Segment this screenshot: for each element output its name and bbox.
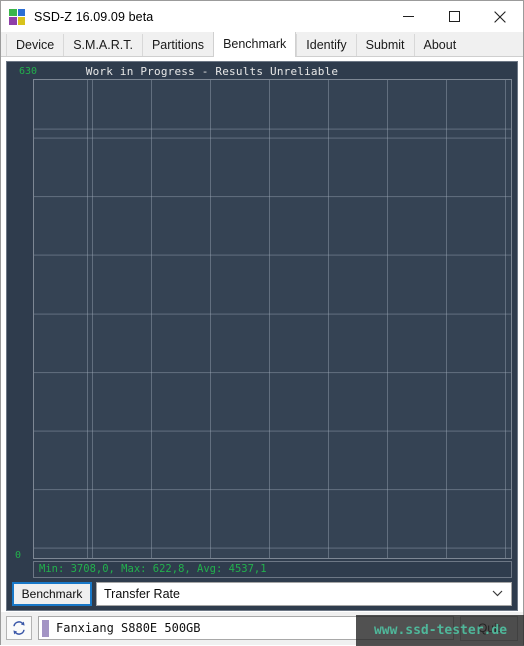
stats-bar: Min: 3708,0, Max: 622,8, Avg: 4537,1	[33, 560, 512, 578]
chevron-down-icon	[492, 583, 503, 605]
window-title: SSD-Z 16.09.09 beta	[34, 9, 154, 24]
app-tiles-icon	[9, 8, 25, 25]
chart-header: 630 Work in Progress - Results Unreliabl…	[11, 65, 513, 79]
maximize-icon	[448, 11, 460, 22]
benchmark-mode-value: Transfer Rate	[104, 586, 180, 601]
maximize-button[interactable]	[431, 1, 477, 32]
tab-identify[interactable]: Identify	[296, 34, 356, 56]
run-benchmark-button[interactable]: Benchmark	[12, 581, 92, 606]
close-button[interactable]	[477, 1, 523, 32]
selected-device-name: Fanxiang S880E 500GB	[56, 621, 201, 636]
benchmark-mode-select[interactable]: Transfer Rate	[96, 581, 512, 606]
tab-about[interactable]: About	[413, 34, 466, 56]
refresh-button[interactable]	[6, 616, 32, 641]
tab-submit[interactable]: Submit	[355, 34, 414, 56]
benchmark-chart-plot[interactable]	[33, 79, 512, 559]
y-axis-labels: 0	[11, 79, 33, 561]
tab-benchmark[interactable]: Benchmark	[213, 32, 297, 57]
selected-device-field[interactable]: Fanxiang S880E 500GB	[38, 616, 454, 641]
status-bar: Fanxiang S880E 500GB Quit www.ssd-tester…	[1, 610, 524, 646]
y-axis-min-label: 0	[15, 549, 22, 561]
device-indicator-bar	[42, 619, 49, 637]
chart-series-overlay	[34, 80, 511, 558]
plot-wrapper: 0	[11, 79, 513, 561]
refresh-icon	[13, 621, 25, 636]
benchmark-panel: 630 Work in Progress - Results Unreliabl…	[6, 61, 518, 611]
benchmark-stats-text: Min: 3708,0, Max: 622,8, Avg: 4537,1	[39, 563, 267, 576]
window-controls	[385, 1, 523, 32]
minimize-icon	[402, 16, 414, 17]
tab-device[interactable]: Device	[6, 34, 64, 56]
minimize-button[interactable]	[385, 1, 431, 32]
close-icon	[494, 10, 506, 23]
title-bar: SSD-Z 16.09.09 beta	[1, 1, 523, 32]
tab-smart[interactable]: S.M.A.R.T.	[63, 34, 142, 56]
app-window: SSD-Z 16.09.09 beta Device S.M.A.R.T. Pa…	[0, 0, 524, 646]
work-in-progress-notice: Work in Progress - Results Unreliable	[85, 65, 339, 78]
tab-partitions[interactable]: Partitions	[141, 34, 214, 56]
tab-strip: Device S.M.A.R.T. Partitions Benchmark I…	[1, 32, 523, 57]
quit-button[interactable]: Quit	[460, 615, 518, 641]
benchmark-controls: Benchmark Transfer Rate	[12, 581, 512, 606]
benchmark-pane: 630 Work in Progress - Results Unreliabl…	[1, 57, 523, 611]
